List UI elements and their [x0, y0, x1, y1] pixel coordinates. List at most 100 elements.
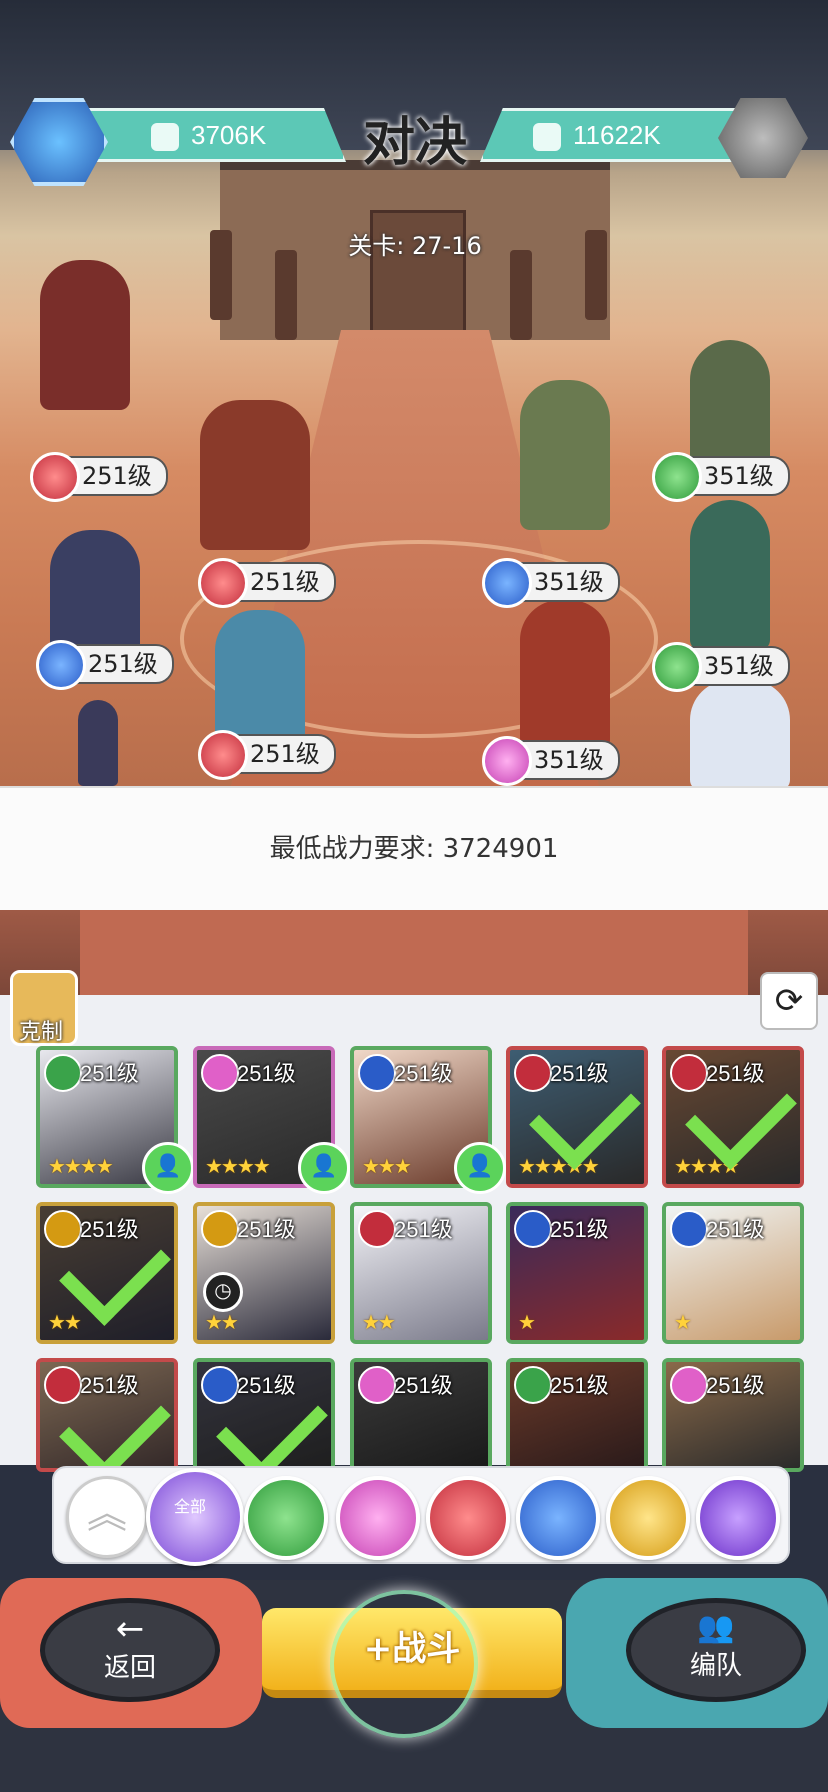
enemy-power-value: 11622K: [573, 120, 661, 150]
hero-card[interactable]: 251级 ★★: [350, 1202, 492, 1344]
back-button[interactable]: ← 返回: [40, 1598, 220, 1702]
filter-red-element-icon[interactable]: [426, 1476, 510, 1560]
npc-figure: [78, 700, 118, 786]
hero-card[interactable]: 251级 ★: [662, 1202, 804, 1344]
ally-hero-figure[interactable]: [40, 260, 130, 410]
filter-all-label: 全部: [173, 1497, 206, 1516]
hero-card[interactable]: 251级: [506, 1358, 648, 1472]
team-formation-button[interactable]: 👥 编队: [626, 1598, 806, 1702]
ally-level-tag: 251级: [36, 640, 174, 690]
card-stars: ★: [518, 1310, 536, 1334]
level-text: 251级: [250, 740, 320, 768]
level-text: 351级: [534, 746, 604, 774]
hero-card[interactable]: 251级: [350, 1358, 492, 1472]
pillar: [210, 230, 232, 320]
element-icon: [44, 1366, 82, 1404]
level-text: 351级: [534, 568, 604, 596]
enemy-level-tag: 351级: [652, 642, 790, 692]
hero-card[interactable]: 251级: [36, 1358, 178, 1472]
element-icon: [514, 1210, 552, 1248]
element-icon: [482, 558, 532, 608]
element-icon: [358, 1366, 396, 1404]
card-level: 251级: [550, 1373, 609, 1398]
filter-purple-element-icon[interactable]: [696, 1476, 780, 1560]
level-text: 251级: [88, 650, 158, 678]
battle-glow-ring: [330, 1590, 478, 1738]
enemy-hero-figure[interactable]: [690, 680, 790, 786]
element-icon: [201, 1210, 239, 1248]
element-icon: [514, 1366, 552, 1404]
back-arrow-icon: ←: [115, 1609, 145, 1649]
filter-all-button[interactable]: [146, 1468, 244, 1566]
hero-card[interactable]: 251级 ★: [506, 1202, 648, 1344]
element-icon: [670, 1210, 708, 1248]
element-icon: [201, 1054, 239, 1092]
card-level: 251级: [80, 1061, 139, 1086]
hero-card[interactable]: 251级 ★★★★: [662, 1046, 804, 1188]
card-level: 251级: [237, 1217, 296, 1242]
enemy-hero-figure[interactable]: [520, 380, 610, 530]
refresh-icon[interactable]: ⟳: [760, 972, 818, 1030]
card-stars: ★: [674, 1310, 692, 1334]
hero-card[interactable]: 251级: [662, 1358, 804, 1472]
filter-pink-element-icon[interactable]: [336, 1476, 420, 1560]
carpet-rug: [80, 910, 748, 1000]
ally-level-tag: 251级: [30, 452, 168, 502]
element-icon: [30, 452, 80, 502]
element-icon: [670, 1366, 708, 1404]
card-level: 251级: [706, 1217, 765, 1242]
stage-label: 关卡: 27-16: [348, 232, 482, 260]
filter-green-element-icon[interactable]: [244, 1476, 328, 1560]
ally-hero-figure[interactable]: [200, 400, 310, 550]
filter-blue-element-icon[interactable]: [516, 1476, 600, 1560]
element-icon: [482, 736, 532, 786]
requirement-panel: 最低战力要求: 3724901: [0, 786, 828, 914]
enemy-level-tag: 351级: [652, 452, 790, 502]
ally-level-tag: 251级: [198, 730, 336, 780]
element-icon: [198, 558, 248, 608]
player-power-value: 3706K: [191, 120, 267, 150]
carpet-strip: [0, 910, 828, 1000]
back-label: 返回: [103, 1653, 156, 1683]
card-stars: ★★★: [362, 1154, 412, 1178]
fist-icon: [533, 123, 561, 152]
pillar: [510, 250, 532, 340]
pillar: [275, 250, 297, 340]
card-stars: ★★★★: [48, 1154, 114, 1178]
ally-level-tag: 251级: [198, 558, 336, 608]
element-icon: [36, 640, 86, 690]
card-level: 251级: [394, 1373, 453, 1398]
filter-gold-element-icon[interactable]: [606, 1476, 690, 1560]
level-text: 251级: [82, 462, 152, 490]
hero-card[interactable]: 251级 ★★: [36, 1202, 178, 1344]
card-stars: ★★★★: [205, 1154, 271, 1178]
clock-icon: ◷: [203, 1272, 243, 1312]
enemy-hero-figure[interactable]: [690, 500, 770, 650]
element-icon: [514, 1054, 552, 1092]
player-power-bar: 3706K: [70, 108, 346, 162]
collapse-chevron-icon[interactable]: ︽: [66, 1476, 148, 1558]
element-icon: [44, 1210, 82, 1248]
team-label: 编队: [689, 1651, 742, 1681]
user-icon: 👤: [298, 1142, 350, 1194]
level-text: 351级: [704, 462, 774, 490]
card-level: 251级: [237, 1061, 296, 1086]
card-stars: ★★: [48, 1310, 82, 1334]
pillar: [585, 230, 607, 320]
card-level: 251级: [394, 1217, 453, 1242]
element-icon: [652, 452, 702, 502]
element-icon: [201, 1366, 239, 1404]
hero-card[interactable]: 251级: [193, 1358, 335, 1472]
min-power-requirement: 最低战力要求: 3724901: [269, 834, 559, 864]
hero-card[interactable]: 251级 ★★★★★: [506, 1046, 648, 1188]
element-icon: [44, 1054, 82, 1092]
fist-icon: [151, 123, 179, 152]
enemy-hero-figure[interactable]: [520, 600, 610, 750]
level-text: 351级: [704, 652, 774, 680]
hero-card[interactable]: 251级 ◷ ★★: [193, 1202, 335, 1344]
card-stars: ★★: [205, 1310, 239, 1334]
counter-label: 克制: [18, 1020, 63, 1045]
element-icon: [198, 730, 248, 780]
card-stars: ★★: [362, 1310, 396, 1334]
level-text: 251级: [250, 568, 320, 596]
